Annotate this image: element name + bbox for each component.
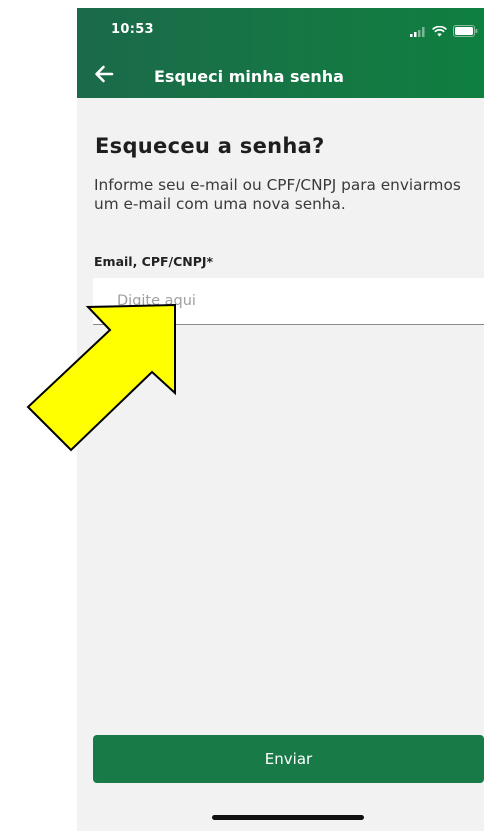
nav-title: Esqueci minha senha	[154, 67, 344, 86]
phone-screen: 10:53 Esqueci minha senha Esqueceu a sen…	[77, 8, 484, 831]
screenshot-canvas: 10:53 Esqueci minha senha Esqueceu a sen…	[0, 0, 484, 831]
cellular-signal-icon	[410, 22, 426, 41]
home-indicator	[212, 815, 364, 820]
status-time: 10:53	[111, 22, 154, 37]
back-arrow-icon	[94, 65, 114, 87]
identifier-input[interactable]	[93, 278, 484, 324]
page-description: Informe seu e-mail ou CPF/CNPJ para envi…	[94, 176, 461, 213]
identifier-field-container	[93, 278, 484, 325]
page-title: Esqueceu a senha?	[95, 134, 325, 158]
identifier-field-label: Email, CPF/CNPJ*	[94, 254, 214, 269]
back-button[interactable]	[91, 63, 117, 89]
wifi-icon	[432, 22, 447, 41]
battery-icon	[453, 22, 478, 41]
submit-button[interactable]: Enviar	[93, 735, 484, 783]
status-icons	[410, 24, 478, 38]
app-header: 10:53 Esqueci minha senha	[77, 8, 484, 98]
